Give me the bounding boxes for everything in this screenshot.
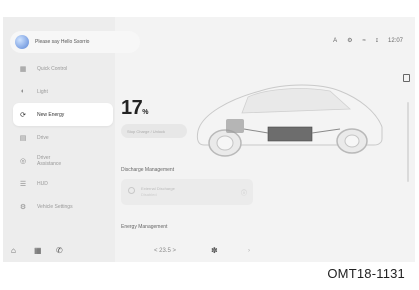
scrollbar[interactable]: [407, 102, 409, 182]
vehicle-settings-icon: ⚙: [19, 203, 27, 211]
sidebar-item-vehicle-settings[interactable]: ⚙ Vehicle Settings: [13, 195, 113, 218]
info-icon[interactable]: ⓘ: [241, 188, 247, 197]
grid-icon: ▦: [19, 65, 27, 73]
battery-percent-value: 17: [121, 97, 143, 119]
voice-assistant-bar[interactable]: Please say Hello Ssorrio: [10, 31, 140, 53]
external-discharge-title: External Discharge: [141, 186, 175, 191]
sidebar-nav: ▦ Quick Control ◐ Light ⟳ New Energy ▤ D…: [13, 57, 113, 218]
infotainment-screen: Please say Hello Ssorrio A ⚙ ≈ ɪ 12:07 ▦…: [3, 17, 415, 262]
sidebar-item-drive[interactable]: ▤ Drive: [13, 126, 113, 149]
phone-icon[interactable]: ✆: [56, 246, 63, 255]
home-icon[interactable]: ⌂: [11, 246, 16, 255]
sidebar-item-new-energy[interactable]: ⟳ New Energy: [13, 103, 113, 126]
figure-caption: OMT18-1131: [327, 266, 405, 281]
driver-assist-icon: ◎: [19, 157, 27, 165]
sidebar-item-label: HUD: [37, 180, 48, 187]
sidebar-item-quick-control[interactable]: ▦ Quick Control: [13, 57, 113, 80]
external-discharge-status: Disabled: [141, 192, 157, 197]
page-indicator-icon[interactable]: [403, 74, 410, 82]
fan-icon[interactable]: ✽: [211, 246, 218, 255]
vehicle-image: [196, 84, 383, 157]
hud-icon: ☰: [19, 180, 27, 188]
light-icon: ◐: [20, 88, 26, 95]
sidebar-item-label: Driver Assistance: [37, 154, 62, 167]
apps-icon[interactable]: ▦: [34, 246, 42, 255]
charge-button[interactable]: Stop Charge / Unlock: [121, 124, 187, 138]
voice-assistant-icon[interactable]: [15, 35, 29, 49]
sidebar-item-driver-assistance[interactable]: ◎ Driver Assistance: [13, 149, 113, 172]
sidebar-item-light[interactable]: ◐ Light: [13, 80, 113, 103]
sidebar-item-label: Light: [37, 88, 48, 95]
sidebar-item-label: Quick Control: [37, 65, 68, 72]
energy-management-heading: Energy Management: [121, 224, 168, 230]
external-discharge-card[interactable]: External Discharge Disabled ⓘ: [121, 179, 253, 205]
discharge-toggle[interactable]: [128, 187, 135, 194]
chevron-right-icon[interactable]: ›: [248, 248, 250, 254]
bottom-dock: ⌂ ▦ ✆: [3, 239, 415, 262]
sidebar-item-label: New Energy: [37, 111, 65, 118]
battery-percent-unit: %: [142, 109, 149, 116]
battery-level: 17%: [121, 97, 148, 120]
energy-icon: ⟳: [20, 111, 26, 119]
sidebar-item-hud[interactable]: ☰ HUD: [13, 172, 113, 195]
battery-pack-icon: [267, 126, 313, 142]
temperature-control[interactable]: < 23.5 >: [154, 248, 176, 254]
voice-prompt: Please say Hello Ssorrio: [35, 39, 90, 45]
main-content: 17% Stop Charge / Unlock Discharge Manag…: [115, 17, 415, 262]
discharge-management-heading: Discharge Management: [121, 167, 175, 173]
sidebar-item-label: Vehicle Settings: [37, 203, 73, 210]
sidebar-item-label: Drive: [37, 134, 49, 141]
drive-icon: ▤: [19, 134, 27, 142]
